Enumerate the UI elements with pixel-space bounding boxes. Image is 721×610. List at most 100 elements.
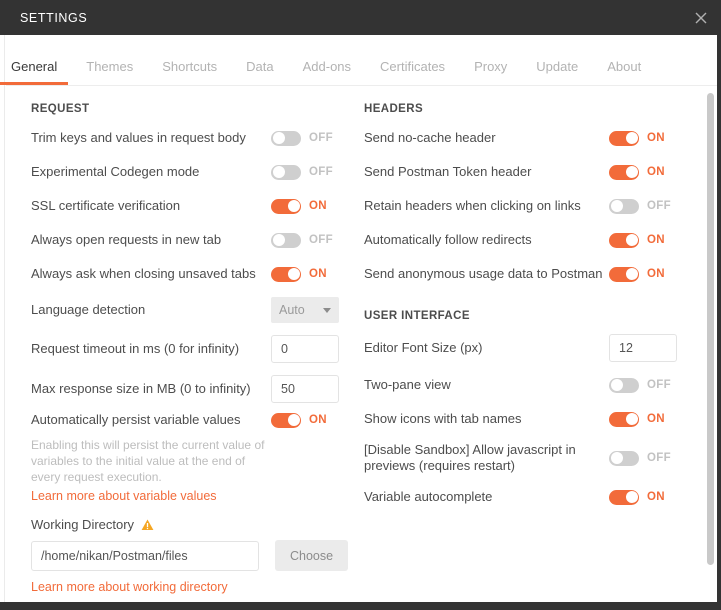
toggle-control[interactable]: ON: [609, 489, 665, 505]
setting-label: Send Postman Token header: [364, 164, 532, 179]
toggle-control[interactable]: ON: [609, 232, 665, 248]
toggle-knob: [610, 379, 623, 391]
setting-ask-closing-unsaved-tabs[interactable]: Always ask when closing unsaved tabs ON: [31, 263, 361, 285]
working-directory-row: Choose: [31, 540, 361, 571]
choose-directory-button[interactable]: Choose: [275, 540, 349, 571]
persist-variables-help-text: Enabling this will persist the current v…: [31, 438, 265, 484]
setting-send-anonymous-usage-data[interactable]: Send anonymous usage data to Postman ON: [364, 263, 701, 285]
toggle-switch[interactable]: [609, 266, 639, 282]
toggle-control[interactable]: OFF: [609, 450, 671, 466]
setting-show-icons-with-tab-names[interactable]: Show icons with tab names ON: [364, 408, 701, 430]
toggle-state-label: ON: [309, 268, 327, 280]
chevron-down-icon: [323, 307, 331, 313]
setting-disable-sandbox-allow-javascript[interactable]: [Disable Sandbox] Allow javascript in pr…: [364, 442, 701, 474]
toggle-knob: [272, 234, 285, 246]
toggle-control[interactable]: OFF: [271, 130, 333, 146]
toggle-control[interactable]: ON: [609, 411, 665, 427]
working-directory-input[interactable]: [31, 540, 259, 571]
close-icon: [695, 12, 707, 23]
toggle-control[interactable]: OFF: [609, 377, 671, 393]
section-title-request: REQUEST: [31, 103, 90, 115]
setting-label: Max response size in MB (0 to infinity): [31, 381, 251, 396]
toggle-switch[interactable]: [271, 232, 301, 248]
tab-about[interactable]: About: [607, 59, 641, 85]
toggle-switch[interactable]: [271, 130, 301, 146]
learn-more-variable-values-link[interactable]: Learn more about variable values: [31, 489, 217, 503]
toggle-knob: [625, 166, 638, 178]
toggle-state-label: OFF: [309, 234, 333, 246]
toggle-control[interactable]: OFF: [271, 164, 333, 180]
tab-shortcuts[interactable]: Shortcuts: [162, 59, 217, 85]
setting-label: Variable autocomplete: [364, 489, 493, 504]
toggle-control[interactable]: OFF: [609, 198, 671, 214]
toggle-knob: [625, 132, 638, 144]
content-scrollbar-thumb[interactable]: [707, 93, 714, 565]
setting-send-postman-token-header[interactable]: Send Postman Token header ON: [364, 161, 701, 183]
setting-language-detection[interactable]: Language detection Auto: [31, 297, 361, 323]
toggle-switch[interactable]: [609, 450, 639, 466]
content-scrollbar-track[interactable]: [704, 87, 717, 602]
setting-label: Two-pane view: [364, 377, 451, 392]
setting-label: SSL certificate verification: [31, 198, 181, 213]
toggle-switch[interactable]: [609, 489, 639, 505]
settings-tabbar: General Themes Shortcuts Data Add-ons Ce…: [0, 35, 717, 86]
toggle-switch[interactable]: [609, 377, 639, 393]
setting-open-requests-new-tab[interactable]: Always open requests in new tab OFF: [31, 229, 361, 251]
setting-max-response-size[interactable]: Max response size in MB (0 to infinity): [31, 375, 361, 403]
toggle-control[interactable]: ON: [609, 130, 665, 146]
toggle-control[interactable]: OFF: [271, 232, 333, 248]
setting-retain-headers-on-links[interactable]: Retain headers when clicking on links OF…: [364, 195, 701, 217]
language-detection-select[interactable]: Auto: [271, 297, 339, 323]
toggle-switch[interactable]: [271, 412, 301, 428]
tab-certificates[interactable]: Certificates: [380, 59, 445, 85]
learn-more-working-directory-link[interactable]: Learn more about working directory: [31, 580, 228, 594]
toggle-control[interactable]: ON: [271, 198, 327, 214]
setting-trim-keys-values[interactable]: Trim keys and values in request body OFF: [31, 127, 361, 149]
toggle-knob: [610, 452, 623, 464]
tab-general[interactable]: General: [0, 59, 69, 85]
toggle-control[interactable]: ON: [609, 266, 665, 282]
close-button[interactable]: [681, 0, 721, 35]
request-timeout-input[interactable]: [271, 335, 339, 363]
setting-label: Always open requests in new tab: [31, 232, 222, 247]
setting-follow-redirects[interactable]: Automatically follow redirects ON: [364, 229, 701, 251]
setting-persist-variable-values[interactable]: Automatically persist variable values ON: [31, 409, 361, 431]
toggle-state-label: ON: [647, 166, 665, 178]
toggle-control[interactable]: ON: [271, 412, 327, 428]
headers-ui-column: HEADERS Send no-cache header ON Send Pos…: [361, 103, 701, 602]
toggle-switch[interactable]: [609, 130, 639, 146]
tab-themes[interactable]: Themes: [86, 59, 133, 85]
toggle-switch[interactable]: [609, 411, 639, 427]
setting-label: Send anonymous usage data to Postman: [364, 266, 603, 281]
toggle-switch[interactable]: [271, 198, 301, 214]
setting-ssl-verification[interactable]: SSL certificate verification ON: [31, 195, 361, 217]
toggle-knob: [625, 234, 638, 246]
toggle-switch[interactable]: [609, 232, 639, 248]
settings-content: REQUEST Trim keys and values in request …: [6, 87, 712, 602]
setting-editor-font-size[interactable]: Editor Font Size (px): [364, 334, 701, 362]
toggle-state-label: OFF: [647, 200, 671, 212]
toggle-control[interactable]: ON: [271, 266, 327, 282]
working-directory-label-row: Working Directory: [31, 517, 361, 532]
setting-two-pane-view[interactable]: Two-pane view OFF: [364, 374, 701, 396]
setting-send-no-cache-header[interactable]: Send no-cache header ON: [364, 127, 701, 149]
tab-update[interactable]: Update: [536, 59, 578, 85]
setting-variable-autocomplete[interactable]: Variable autocomplete ON: [364, 486, 701, 508]
toggle-switch[interactable]: [609, 164, 639, 180]
toggle-switch[interactable]: [609, 198, 639, 214]
max-response-size-input[interactable]: [271, 375, 339, 403]
setting-experimental-codegen[interactable]: Experimental Codegen mode OFF: [31, 161, 361, 183]
toggle-switch[interactable]: [271, 164, 301, 180]
toggle-control[interactable]: ON: [609, 164, 665, 180]
toggle-switch[interactable]: [271, 266, 301, 282]
tab-add-ons[interactable]: Add-ons: [303, 59, 351, 85]
setting-label: Language detection: [31, 302, 146, 317]
settings-window: SETTINGS General Themes Shortcuts Data A…: [0, 0, 721, 610]
tab-proxy[interactable]: Proxy: [474, 59, 507, 85]
window-left-border: [0, 35, 5, 610]
toggle-state-label: ON: [647, 413, 665, 425]
tab-data[interactable]: Data: [246, 59, 273, 85]
editor-font-size-input[interactable]: [609, 334, 677, 362]
toggle-state-label: ON: [647, 268, 665, 280]
setting-request-timeout[interactable]: Request timeout in ms (0 for infinity): [31, 335, 361, 363]
